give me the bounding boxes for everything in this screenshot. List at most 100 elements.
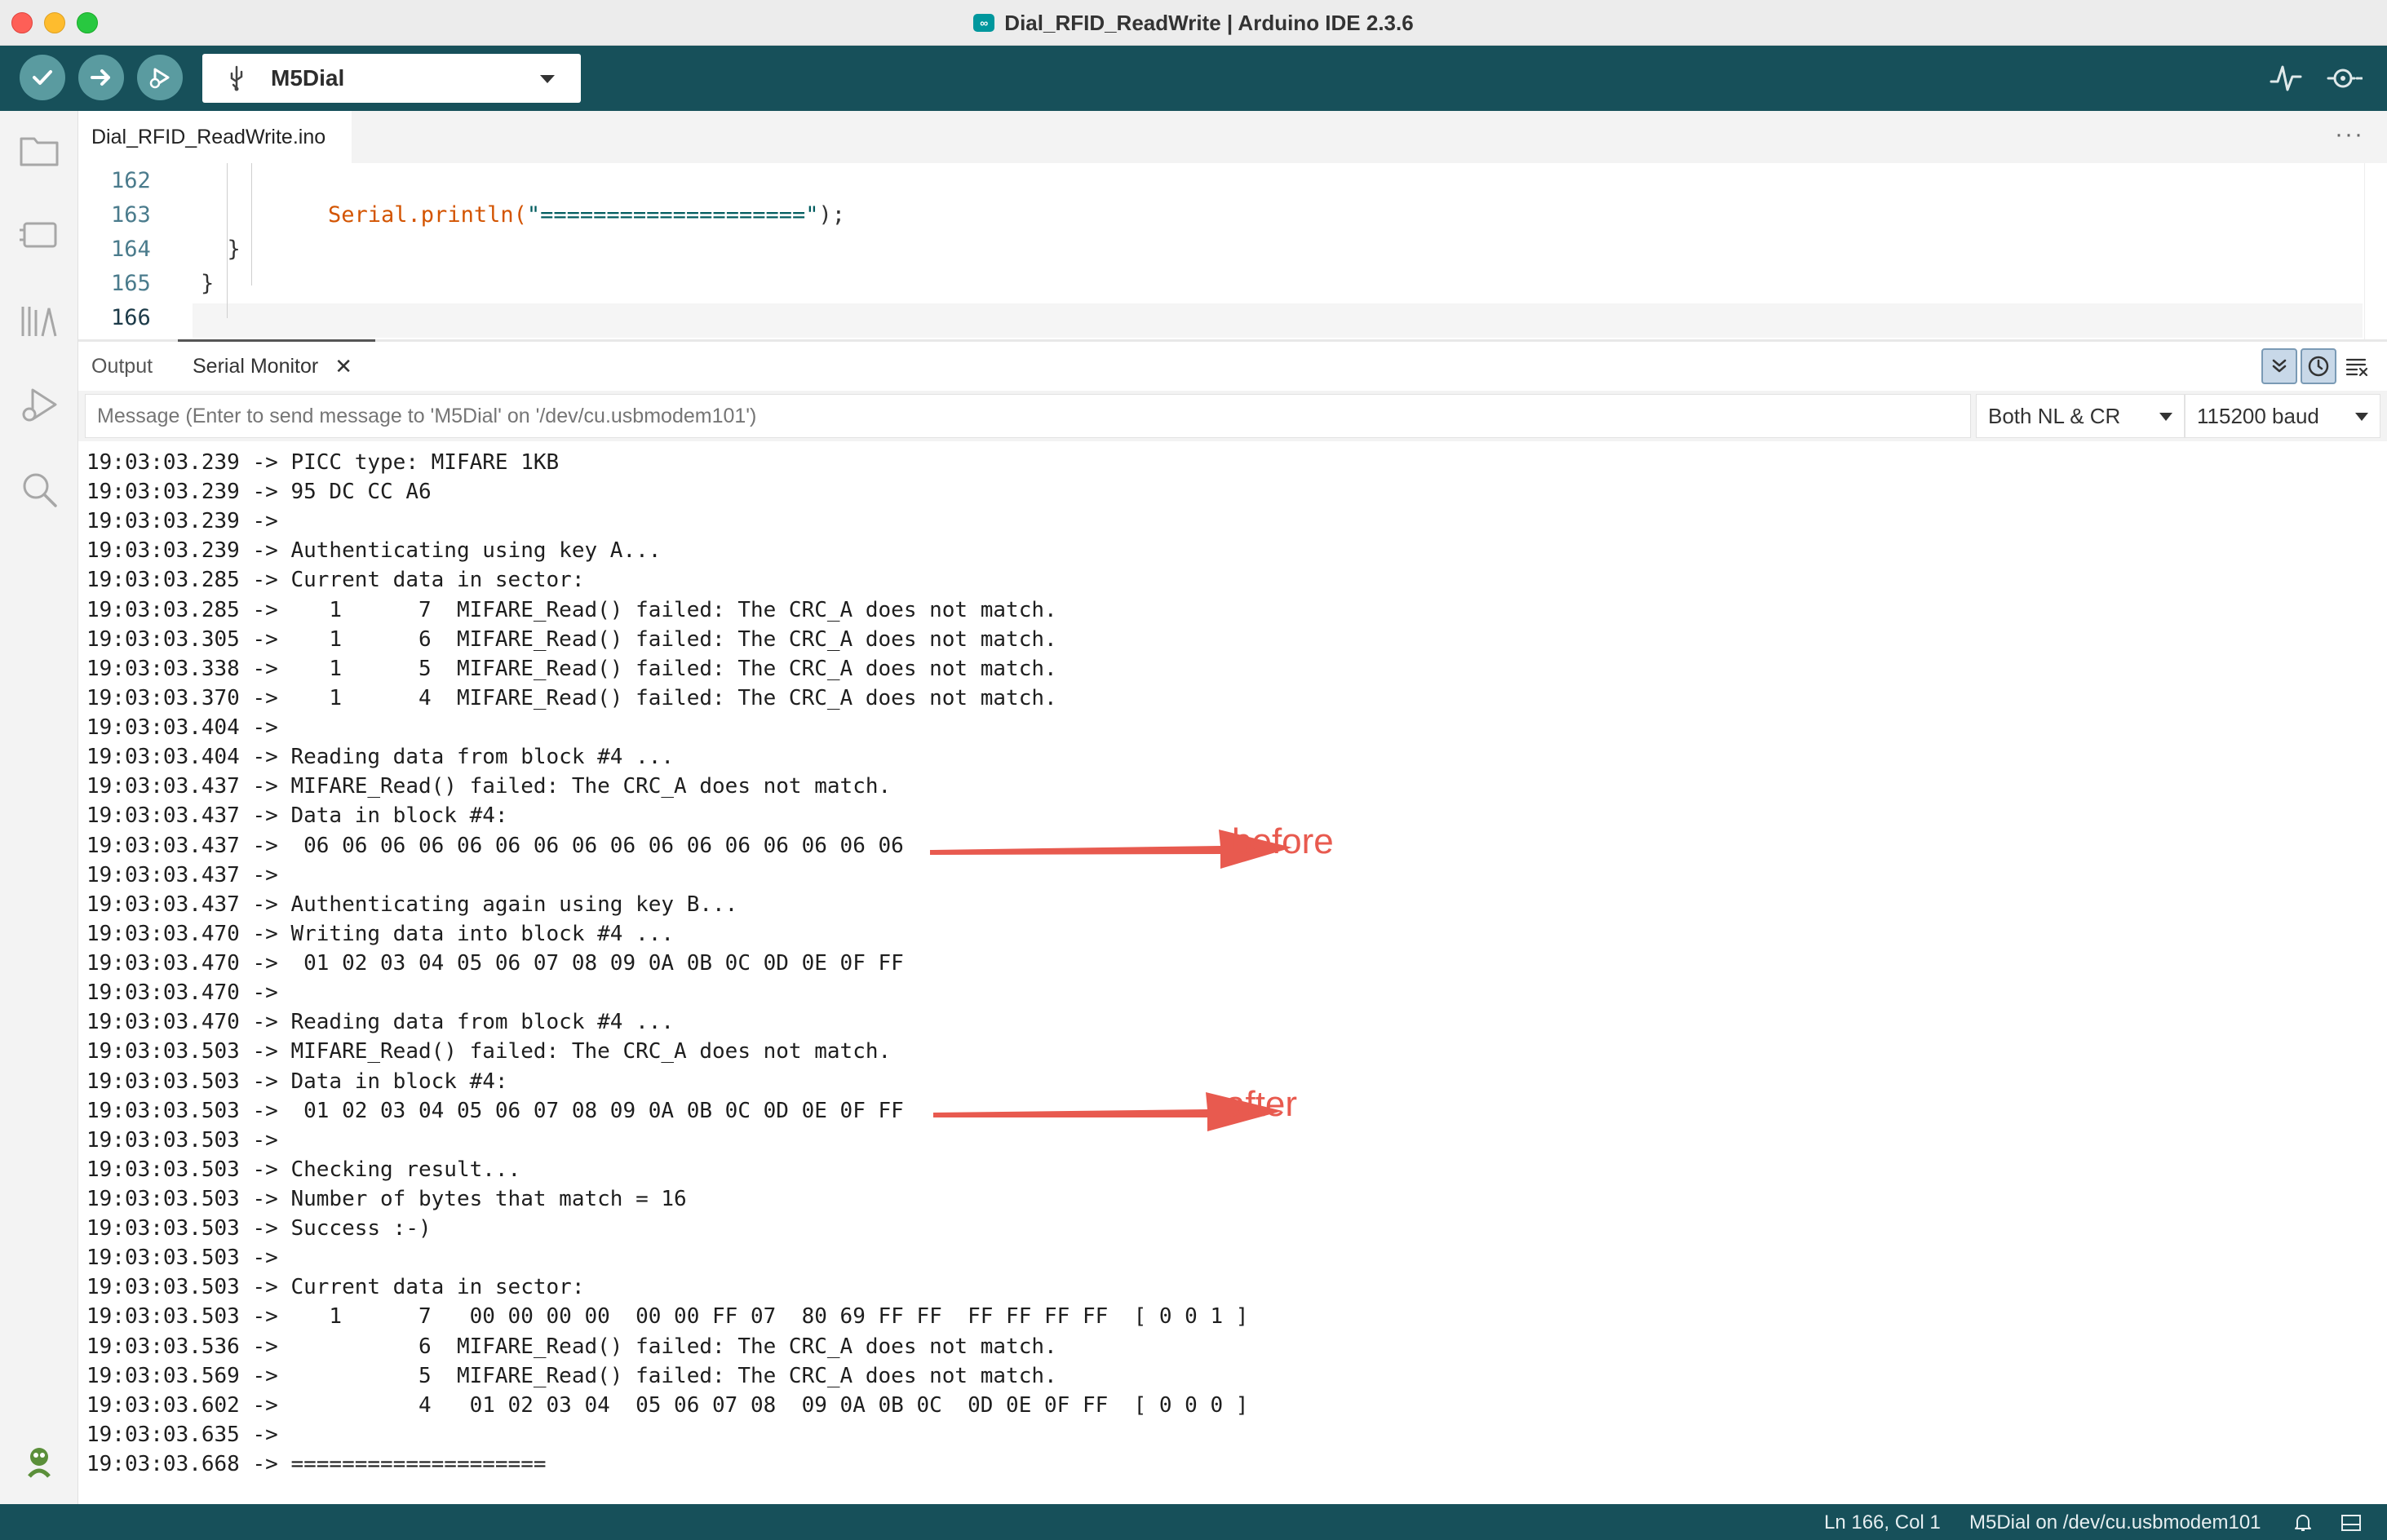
- serial-line: 19:03:03.437 ->: [86, 862, 291, 887]
- serial-line: 19:03:03.239 -> 95 DC CC A6: [86, 480, 432, 505]
- message-input[interactable]: [85, 394, 1971, 438]
- arduino-logo-icon: ∞: [973, 14, 995, 32]
- debug-play-icon: [149, 68, 170, 89]
- baud-rate-select[interactable]: 115200 baud: [2185, 394, 2380, 438]
- title-bar: ∞ Dial_RFID_ReadWrite | Arduino IDE 2.3.…: [0, 0, 2387, 46]
- baud-rate-value: 115200 baud: [2197, 403, 2319, 428]
- chevron-down-icon: [2159, 413, 2172, 421]
- bell-icon[interactable]: [2292, 1512, 2314, 1533]
- toolbar: M5Dial: [0, 46, 2387, 111]
- serial-line: 19:03:03.470 ->: [86, 980, 291, 1006]
- chevron-down-icon: [540, 75, 555, 83]
- line-ending-select[interactable]: Both NL & CR: [1976, 394, 2185, 438]
- board-port-status[interactable]: M5Dial on /dev/cu.usbmodem101: [1969, 1511, 2261, 1534]
- serial-line: 19:03:03.239 -> PICC type: MIFARE 1KB: [86, 450, 560, 475]
- serial-line: 19:03:03.404 -> Reading data from block …: [86, 745, 675, 770]
- clear-output-button[interactable]: [2340, 348, 2376, 384]
- line-number: 166: [111, 305, 151, 330]
- serial-line: 19:03:03.404 ->: [86, 715, 291, 741]
- editor-scrollbar[interactable]: [2364, 163, 2387, 339]
- annotation-before-label: before: [1232, 821, 1334, 861]
- code-token-object: Serial: [328, 202, 408, 228]
- serial-line: 19:03:03.635 ->: [86, 1422, 291, 1447]
- board-selector[interactable]: M5Dial: [202, 54, 581, 103]
- window-title: Dial_RFID_ReadWrite | Arduino IDE 2.3.6: [1004, 10, 1414, 35]
- close-icon[interactable]: ✕: [334, 354, 352, 379]
- serial-line: 19:03:03.437 -> Authenticating again usi…: [86, 892, 738, 917]
- serial-line: 19:03:03.503 -> Current data in sector:: [86, 1275, 585, 1300]
- serial-line: 19:03:03.285 -> Current data in sector:: [86, 568, 585, 593]
- serial-line: 19:03:03.503 -> Success :-): [86, 1216, 432, 1241]
- debug-icon[interactable]: [18, 383, 60, 426]
- timestamp-toggle[interactable]: [2301, 348, 2336, 384]
- serial-line: 19:03:03.503 -> Checking result...: [86, 1157, 521, 1182]
- serial-line: 19:03:03.470 -> 01 02 03 04 05 06 07 08 …: [86, 951, 904, 976]
- activity-sidebar: [0, 111, 78, 1504]
- code-editor[interactable]: 162 163 164 165 166 Serial.println("====…: [78, 163, 2387, 339]
- account-icon[interactable]: [18, 1440, 60, 1483]
- annotation-after-label: after: [1225, 1084, 1298, 1124]
- autoscroll-toggle[interactable]: [2261, 348, 2297, 384]
- serial-line: 19:03:03.437 -> 06 06 06 06 06 06 06 06 …: [86, 833, 904, 858]
- serial-line: 19:03:03.470 -> Reading data from block …: [86, 1010, 675, 1035]
- editor-tab-sketch[interactable]: Dial_RFID_ReadWrite.ino: [78, 111, 352, 163]
- usb-icon: [230, 65, 243, 91]
- folder-icon[interactable]: [18, 129, 60, 171]
- cursor-position[interactable]: Ln 166, Col 1: [1824, 1511, 1941, 1534]
- code-line: }: [201, 271, 215, 296]
- upload-button[interactable]: [78, 55, 124, 100]
- serial-line: 19:03:03.239 ->: [86, 509, 291, 534]
- code-area: Serial.println("===================="); …: [201, 163, 845, 296]
- more-icon[interactable]: ···: [2335, 121, 2364, 148]
- serial-input-row: Both NL & CR 115200 baud: [78, 391, 2387, 441]
- line-number: 164: [111, 237, 151, 262]
- serial-line: 19:03:03.305 -> 1 6 MIFARE_Read() failed…: [86, 626, 1057, 652]
- line-number: 163: [111, 202, 151, 228]
- boards-manager-icon[interactable]: [18, 214, 60, 256]
- serial-line: 19:03:03.503 -> 01 02 03 04 05 06 07 08 …: [86, 1098, 904, 1123]
- tab-serial-monitor-label: Serial Monitor: [193, 354, 319, 378]
- chevron-down-icon: [2355, 413, 2368, 421]
- code-line: Serial.println("====================");: [328, 202, 845, 228]
- library-manager-icon[interactable]: [18, 299, 60, 341]
- line-ending-value: Both NL & CR: [1988, 403, 2121, 428]
- code-token-method: .println(: [407, 202, 527, 228]
- serial-line: 19:03:03.285 -> 1 7 MIFARE_Read() failed…: [86, 597, 1057, 622]
- toggle-panel-icon[interactable]: [2340, 1512, 2363, 1533]
- serial-line: 19:03:03.668 -> ====================: [86, 1452, 547, 1477]
- panel-tab-bar: Output Serial Monitor ✕: [78, 339, 2387, 391]
- tab-serial-monitor[interactable]: Serial Monitor ✕: [193, 342, 352, 391]
- serial-line: 19:03:03.370 -> 1 4 MIFARE_Read() failed…: [86, 685, 1057, 710]
- checkmark-icon: [33, 70, 52, 85]
- clear-list-icon: [2345, 358, 2368, 377]
- code-token-tail: );: [818, 202, 845, 228]
- serial-line: 19:03:03.503 ->: [86, 1127, 291, 1153]
- serial-line: 19:03:03.503 -> Data in block #4:: [86, 1069, 508, 1094]
- serial-line: 19:03:03.437 -> MIFARE_Read() failed: Th…: [86, 774, 892, 799]
- serial-line: 19:03:03.437 -> Data in block #4:: [86, 803, 508, 829]
- line-number: 162: [111, 168, 151, 193]
- status-bar: Ln 166, Col 1 M5Dial on /dev/cu.usbmodem…: [0, 1504, 2387, 1540]
- verify-button[interactable]: [20, 55, 65, 100]
- code-token-string: "====================": [526, 202, 819, 228]
- serial-plotter-icon[interactable]: [2268, 60, 2304, 96]
- active-line-highlight: [193, 303, 2363, 338]
- tab-output[interactable]: Output: [91, 342, 153, 391]
- clock-icon: [2308, 356, 2329, 377]
- serial-line: 19:03:03.536 -> 6 MIFARE_Read() failed: …: [86, 1334, 1057, 1359]
- search-icon[interactable]: [18, 468, 60, 511]
- serial-line: 19:03:03.503 -> 1 7 00 00 00 00 00 00 FF…: [86, 1304, 1249, 1330]
- line-number: 165: [111, 271, 151, 296]
- debug-button[interactable]: [137, 55, 183, 100]
- serial-line: 19:03:03.470 -> Writing data into block …: [86, 921, 675, 946]
- serial-line: 19:03:03.569 -> 5 MIFARE_Read() failed: …: [86, 1363, 1057, 1388]
- serial-monitor-icon[interactable]: [2327, 60, 2363, 96]
- serial-line: 19:03:03.503 -> Number of bytes that mat…: [86, 1187, 687, 1211]
- line-number-gutter: 162 163 164 165 166: [78, 163, 193, 339]
- serial-line: 19:03:03.239 -> Authenticating using key…: [86, 538, 662, 564]
- editor-tab-bar: Dial_RFID_ReadWrite.ino ···: [78, 111, 2387, 163]
- serial-line: 19:03:03.338 -> 1 5 MIFARE_Read() failed…: [86, 656, 1057, 681]
- serial-output[interactable]: 19:03:03.668 -> ==================== 19:0…: [78, 441, 2387, 1504]
- chevrons-down-icon: [2272, 359, 2287, 373]
- window-title-group: ∞ Dial_RFID_ReadWrite | Arduino IDE 2.3.…: [0, 0, 2387, 46]
